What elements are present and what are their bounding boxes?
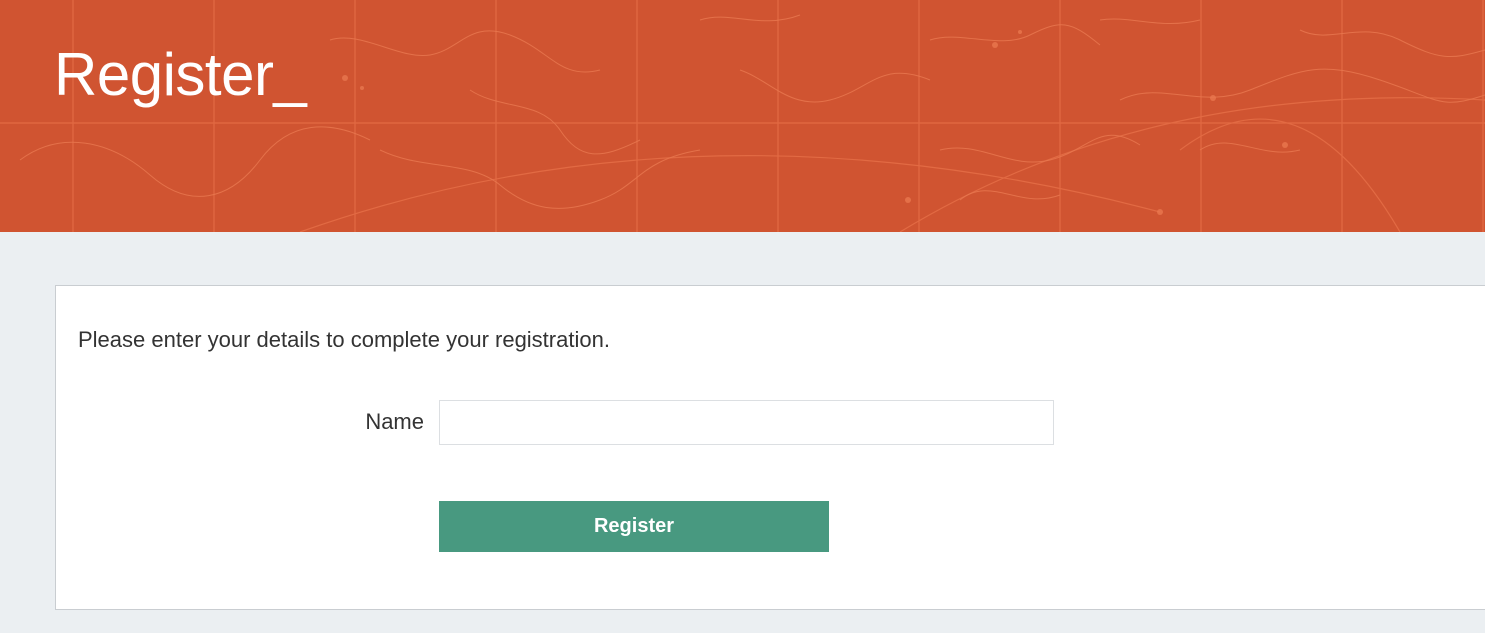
- world-map-background: [0, 0, 1485, 232]
- name-input[interactable]: [439, 400, 1054, 445]
- name-label: Name: [365, 409, 424, 434]
- page-header: Register_: [0, 0, 1485, 232]
- registration-panel: Please enter your details to complete yo…: [55, 285, 1485, 610]
- intro-text: Please enter your details to complete yo…: [78, 327, 610, 352]
- page-title: Register_: [54, 41, 307, 108]
- register-button[interactable]: Register: [439, 501, 829, 552]
